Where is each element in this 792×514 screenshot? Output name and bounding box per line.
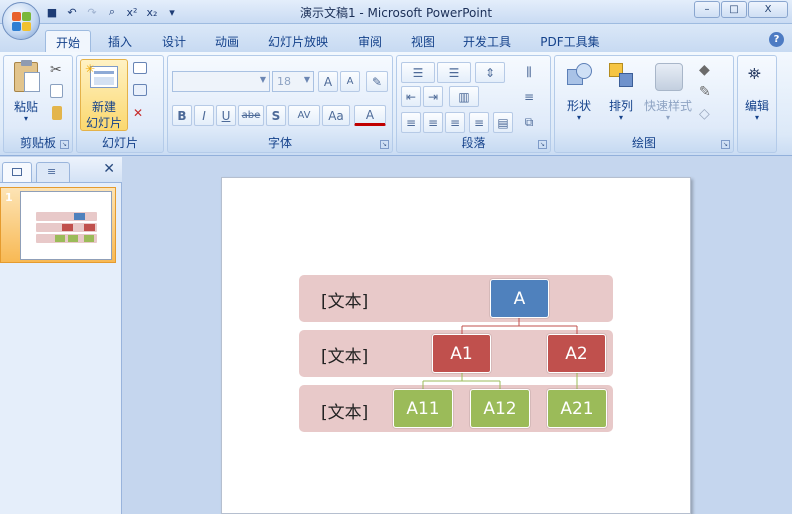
- office-button[interactable]: [2, 2, 40, 40]
- office-logo-icon: [12, 12, 32, 32]
- org-node-level3[interactable]: A12: [470, 389, 530, 428]
- org-node-root[interactable]: A: [490, 279, 549, 318]
- org-node-level2[interactable]: A1: [432, 334, 491, 373]
- org-node-level3[interactable]: A11: [393, 389, 453, 428]
- org-connectors: [422, 317, 578, 391]
- org-node-level2[interactable]: A2: [547, 334, 606, 373]
- org-node-level3[interactable]: A21: [547, 389, 607, 428]
